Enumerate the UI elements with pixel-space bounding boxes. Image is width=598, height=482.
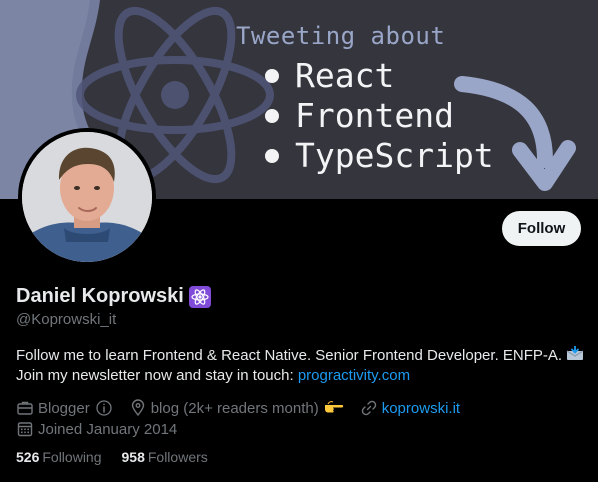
- pointing-hand-icon: [324, 398, 348, 418]
- incoming-envelope-icon: [566, 345, 584, 360]
- category-item: Blogger: [16, 399, 117, 417]
- follow-button[interactable]: Follow: [502, 211, 581, 246]
- name-row: Daniel Koprowski: [16, 285, 211, 308]
- avatar[interactable]: [18, 128, 156, 266]
- bullet-icon: [265, 69, 279, 83]
- location-pin-icon: [131, 399, 144, 417]
- calendar-icon: [17, 422, 33, 437]
- banner-heading: Tweeting about: [236, 22, 446, 50]
- banner-topic-item: Frontend: [236, 96, 494, 136]
- bio-line-2: Join my newsletter now and stay in touch…: [16, 366, 586, 386]
- profile-meta: Blogger blog (2k+ readers month) koprows…: [16, 398, 472, 439]
- banner-text: Tweeting about React Frontend TypeScript: [236, 20, 494, 176]
- joined-item: Joined January 2014: [16, 420, 177, 438]
- follow-stats: 526 Following 958 Followers: [16, 449, 228, 465]
- banner-topic-list: React Frontend TypeScript: [236, 56, 494, 176]
- bullet-icon: [265, 109, 279, 123]
- meta-row: Joined January 2014: [16, 419, 472, 439]
- location-item: blog (2k+ readers month): [129, 398, 348, 418]
- bullet-icon: [265, 149, 279, 163]
- briefcase-icon: [17, 401, 33, 415]
- following-count: 526: [16, 449, 40, 465]
- display-name: Daniel Koprowski: [16, 285, 184, 307]
- info-icon[interactable]: [95, 399, 113, 417]
- website-item: koprowski.it: [360, 399, 460, 417]
- followers-link[interactable]: 958 Followers: [122, 449, 208, 465]
- profile-bio: Follow me to learn Frontend & React Nati…: [16, 345, 586, 386]
- website-link[interactable]: koprowski.it: [382, 400, 460, 417]
- followers-count: 958: [121, 449, 145, 465]
- meta-row: Blogger blog (2k+ readers month) koprows…: [16, 398, 472, 418]
- joined-label: Joined January 2014: [38, 420, 178, 438]
- banner-topic-label: Frontend: [295, 96, 454, 135]
- following-label: Following: [42, 449, 102, 465]
- following-link[interactable]: 526 Following: [16, 449, 102, 465]
- banner-topic-item: TypeScript: [236, 136, 494, 176]
- link-icon: [361, 400, 376, 416]
- category-label: Blogger: [38, 399, 90, 417]
- avatar-photo: [22, 132, 152, 262]
- user-handle: @Koprowski_it: [16, 311, 117, 328]
- atom-icon: [188, 285, 211, 308]
- banner-topic-label: React: [295, 56, 395, 95]
- banner-topic-item: React: [236, 56, 494, 96]
- newsletter-link[interactable]: progractivity.com: [298, 367, 410, 384]
- location-label: blog (2k+ readers month): [150, 399, 319, 417]
- bio-line-1: Follow me to learn Frontend & React Nati…: [16, 345, 586, 366]
- bio-text: Follow me to learn Frontend & React Nati…: [16, 347, 563, 364]
- banner-topic-label: TypeScript: [295, 136, 494, 175]
- followers-label: Followers: [147, 449, 208, 465]
- bio-newsletter-text: Join my newsletter now and stay in touch…: [16, 367, 294, 384]
